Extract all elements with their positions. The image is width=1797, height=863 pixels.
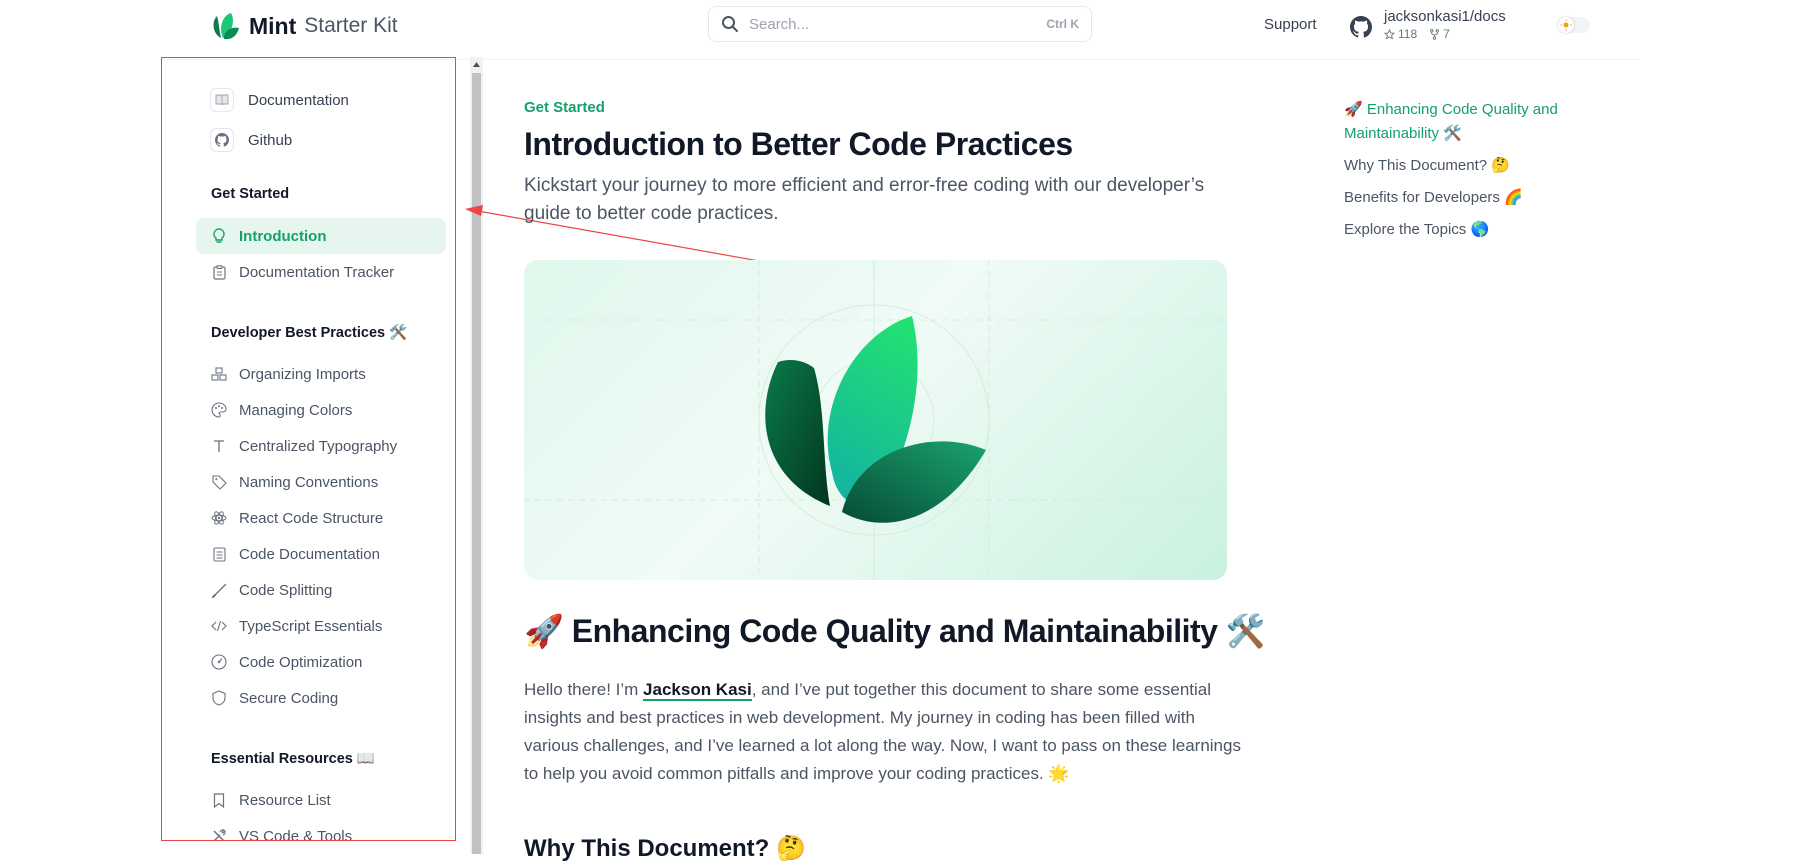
intro-paragraph: Hello there! I’m Jackson Kasi, and I’ve … [524,676,1249,788]
github-icon [1350,16,1372,38]
mint-leaf-icon [213,13,239,40]
subsection-heading: Why This Document? 🤔 [524,835,806,862]
toc-item-why-this-document[interactable]: Why This Document? 🤔 [1344,154,1584,178]
toc-item-benefits[interactable]: Benefits for Developers 🌈 [1344,186,1584,210]
search-icon [722,16,738,32]
sun-icon [1558,17,1574,33]
table-of-contents: 🚀 Enhancing Code Quality and Maintainabi… [1344,98,1584,250]
section-heading: 🚀 Enhancing Code Quality and Maintainabi… [524,613,1266,649]
toc-item-explore-topics[interactable]: Explore the Topics 🌎 [1344,218,1584,242]
search-placeholder: Search... [749,15,810,33]
scroll-up-arrow-icon[interactable] [470,57,483,71]
repo-name: jacksonkasi1/docs [1384,8,1506,25]
github-repo-link[interactable]: jacksonkasi1/docs 118 7 [1350,8,1506,41]
theme-toggle[interactable] [1558,17,1590,33]
fork-icon [1430,28,1440,40]
repo-stars-count: 118 [1398,27,1418,41]
toc-item-enhancing-code-quality[interactable]: 🚀 Enhancing Code Quality and Maintainabi… [1344,98,1584,146]
author-link[interactable]: Jackson Kasi [643,680,752,701]
support-link[interactable]: Support [1264,16,1317,33]
brand-subtitle: Starter Kit [304,14,398,37]
brand-name: Mint [249,12,297,39]
repo-forks-count: 7 [1443,27,1450,41]
top-header: Mint Starter Kit Search... Ctrl K Suppor… [0,0,1797,52]
star-icon [1384,28,1395,39]
logo[interactable]: Mint Starter Kit [211,9,398,43]
repo-forks: 7 [1429,27,1450,41]
annotation-highlight-box [161,57,456,841]
hero-image [524,260,1227,580]
page-title: Introduction to Better Code Practices [524,126,1073,162]
repo-stars: 118 [1384,27,1417,41]
page-description: Kickstart your journey to more efficient… [524,175,1205,224]
search-shortcut: Ctrl K [1046,17,1079,31]
sidebar-scrollbar[interactable] [470,57,483,854]
paragraph-text: Hello there! I’m [524,680,644,699]
search-input[interactable]: Search... Ctrl K [708,6,1092,42]
scrollbar-thumb[interactable] [472,73,481,854]
breadcrumb[interactable]: Get Started [524,99,605,116]
